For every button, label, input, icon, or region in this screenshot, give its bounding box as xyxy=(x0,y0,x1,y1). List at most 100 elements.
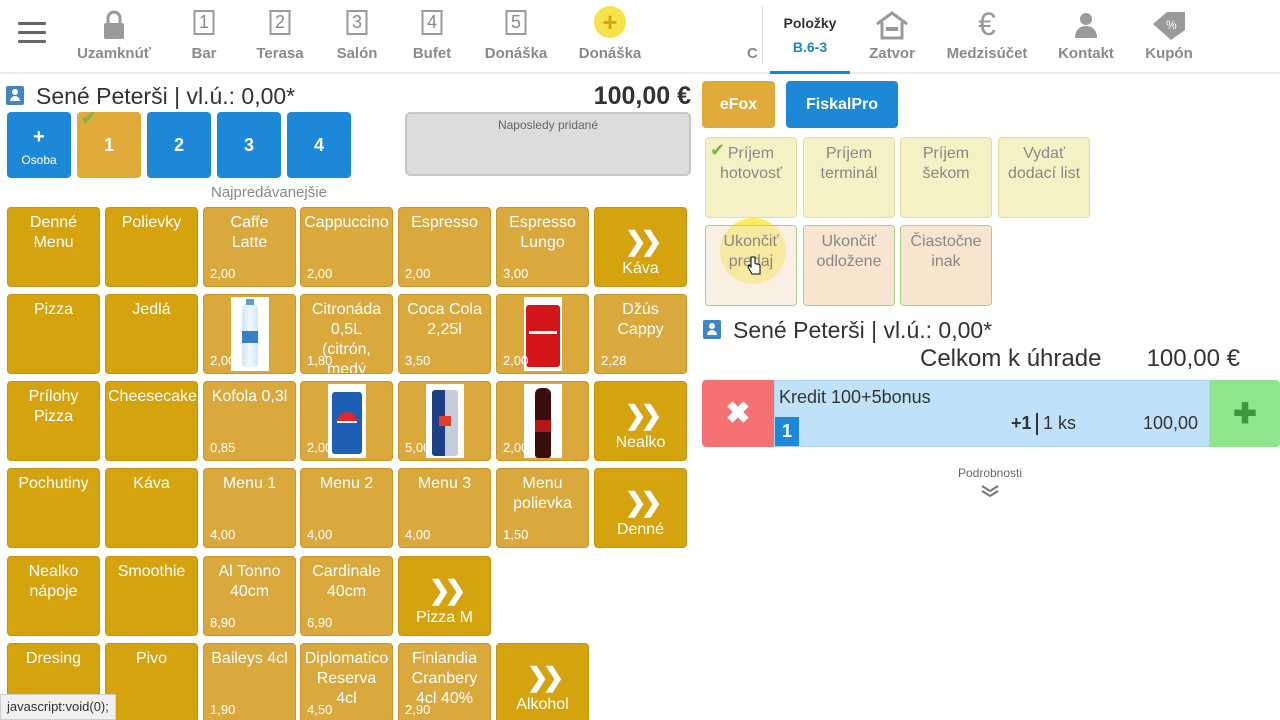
tab-salon[interactable]: 3 Salón xyxy=(328,0,386,74)
chevron-double-down-icon[interactable] xyxy=(980,484,1000,498)
category-tile[interactable]: Káva xyxy=(105,468,198,548)
details-link[interactable]: Podrobnosti xyxy=(940,466,1040,480)
tile-label: Coca Cola 2,25l xyxy=(407,301,482,338)
product-tile[interactable]: Al Tonno 40cm 8,90 xyxy=(203,556,296,636)
more-category-tile[interactable]: ❯❯ Káva xyxy=(594,207,687,287)
more-category-tile[interactable]: ❯❯ Nealko xyxy=(594,381,687,461)
hamburger-icon[interactable] xyxy=(18,22,46,46)
tab-label: Medzisúčet xyxy=(946,45,1028,62)
category-tile[interactable]: Pivo xyxy=(105,643,198,720)
tile-label: Denné Menu xyxy=(29,214,78,251)
person-4-button[interactable]: 4 xyxy=(287,112,351,178)
plus-icon: + xyxy=(33,126,45,148)
more-category-tile[interactable]: ❯❯ Alkohol xyxy=(496,643,589,720)
add-item-button[interactable]: ✚ xyxy=(1210,380,1280,447)
tab-bar[interactable]: 1 Bar xyxy=(177,0,231,74)
product-tile[interactable]: Menu polievka 1,50 xyxy=(496,468,589,548)
product-tile[interactable]: Citronáda 0,5L (citrón, medý 1,80 xyxy=(300,294,393,374)
tab-label: Salón xyxy=(336,45,378,62)
kofola-image xyxy=(535,388,551,458)
product-tile[interactable]: Caffe Latte 2,00 xyxy=(203,207,296,287)
customer-name[interactable]: Sené Peterši | vl.ú.: 0,00* xyxy=(36,83,295,110)
tab-orders[interactable]: Položky B.6-3 xyxy=(770,0,850,74)
product-tile[interactable]: 2,00 xyxy=(496,381,589,461)
add-person-button[interactable]: + Osoba xyxy=(7,112,71,178)
product-tile[interactable]: Espresso Lungo 3,00 xyxy=(496,207,589,287)
pay-check-button[interactable]: Príjem šekom xyxy=(900,137,992,218)
pay-label: Vydať dodací list xyxy=(1007,145,1081,182)
product-tile[interactable]: Diplomatico Reserva 4cl 4,50 xyxy=(300,643,393,720)
more-category-tile[interactable]: ❯❯ Pizza M xyxy=(398,556,491,636)
category-tile[interactable]: Pizza xyxy=(7,294,100,374)
product-tile[interactable]: 2,00 xyxy=(300,381,393,461)
pay-terminal-button[interactable]: Príjem terminál xyxy=(803,137,895,218)
tab-donaska-new[interactable]: + Donáška xyxy=(576,0,644,74)
tile-label: Espresso xyxy=(411,214,478,231)
product-image xyxy=(524,384,562,458)
product-tile[interactable]: Menu 1 4,00 xyxy=(203,468,296,548)
product-tile[interactable]: Cappuccino 2,00 xyxy=(300,207,393,287)
order-item[interactable]: Kredit 100+5bonus 1 +1 1 ks 100,00 xyxy=(774,380,1210,447)
tile-price: 2,00 xyxy=(503,353,529,368)
tab-close[interactable]: Zatvor xyxy=(860,0,924,74)
partial-other-button[interactable]: Čiastočne inak xyxy=(900,225,992,306)
person-2-button[interactable]: 2 xyxy=(147,112,211,178)
tile-price: 8,90 xyxy=(210,615,236,630)
tile-label: Prílohy Pizza xyxy=(28,388,79,425)
product-tile[interactable]: Coca Cola 2,25l 3,50 xyxy=(398,294,491,374)
product-tile[interactable]: Finlandia Cranbery 4cl 40% 2,90 xyxy=(398,643,491,720)
pay-cash-button[interactable]: ✔ Príjem hotovosť xyxy=(705,137,797,218)
product-tile[interactable]: Baileys 4cl 1,90 xyxy=(203,643,296,720)
category-tile[interactable]: Polievky xyxy=(105,207,198,287)
house-icon xyxy=(876,11,908,40)
category-tile[interactable]: Denné Menu xyxy=(7,207,100,287)
person-3-button[interactable]: 3 xyxy=(217,112,281,178)
remove-item-button[interactable]: ✖ xyxy=(702,380,774,447)
category-tile[interactable]: Smoothie xyxy=(105,556,198,636)
pay-label: Príjem hotovosť xyxy=(719,145,783,182)
item-badge: 1 xyxy=(775,417,799,446)
tab-contact[interactable]: Kontakt xyxy=(1054,0,1118,74)
product-tile[interactable]: Espresso 2,00 xyxy=(398,207,491,287)
product-tile[interactable]: 5,00 xyxy=(398,381,491,461)
efox-button[interactable]: eFox xyxy=(702,81,775,128)
tab-bufet[interactable]: 4 Bufet xyxy=(404,0,460,74)
check-icon: ✔ xyxy=(81,108,97,128)
product-tile[interactable]: Menu 2 4,00 xyxy=(300,468,393,548)
recently-added-panel[interactable]: Naposledy pridané xyxy=(405,112,691,176)
tile-label: Pochutiny xyxy=(18,475,89,492)
product-tile[interactable]: 2,00 xyxy=(203,294,296,374)
tab-label: Kontakt xyxy=(1058,45,1114,62)
product-tile[interactable]: Džús Cappy 2,28 xyxy=(594,294,687,374)
tab-donaska[interactable]: 5 Donáška xyxy=(482,0,550,74)
increment-value[interactable]: +1 xyxy=(1011,413,1032,434)
product-tile[interactable]: Menu 3 4,00 xyxy=(398,468,491,548)
tab-lock[interactable]: Uzamknúť xyxy=(74,0,154,74)
category-tile[interactable]: Nealko nápoje xyxy=(7,556,100,636)
total-due-label: Celkom k úhrade xyxy=(920,345,1102,372)
fiskalpro-button[interactable]: FiskalPro xyxy=(786,81,898,128)
category-tile[interactable]: Cheesecake xyxy=(105,381,198,461)
order-item-row[interactable]: ✖ Kredit 100+5bonus 1 +1 1 ks 100,00 ✚ xyxy=(702,380,1280,447)
more-category-tile[interactable]: ❯❯ Denné xyxy=(594,468,687,548)
delivery-note-button[interactable]: Vydať dodací list xyxy=(998,137,1090,218)
plus-circle-icon: + xyxy=(594,6,626,38)
tab-subtotal[interactable]: € Medzisúčet xyxy=(944,0,1030,74)
finish-postponed-button[interactable]: Ukončiť odložene xyxy=(803,225,895,306)
person-1-button[interactable]: ✔ 1 xyxy=(77,108,141,178)
divider xyxy=(1036,413,1038,435)
product-tile[interactable]: Cardinale 40cm 6,90 xyxy=(300,556,393,636)
person-icon xyxy=(6,86,24,105)
tab-label-cut: C xyxy=(747,45,758,62)
product-tile[interactable]: 2,00 xyxy=(496,294,589,374)
divider xyxy=(762,6,763,64)
tab-terasa[interactable]: 2 Terasa xyxy=(250,0,310,74)
tile-label: Alkohol xyxy=(516,696,569,713)
tab-coupon[interactable]: % Kupón xyxy=(1140,0,1198,74)
category-tile[interactable]: Jedlá xyxy=(105,294,198,374)
category-tile[interactable]: Prílohy Pizza xyxy=(7,381,100,461)
tile-label: Pizza M xyxy=(416,609,473,626)
bull-image xyxy=(432,390,458,456)
category-tile[interactable]: Pochutiny xyxy=(7,468,100,548)
product-tile[interactable]: Kofola 0,3l 0,85 xyxy=(203,381,296,461)
